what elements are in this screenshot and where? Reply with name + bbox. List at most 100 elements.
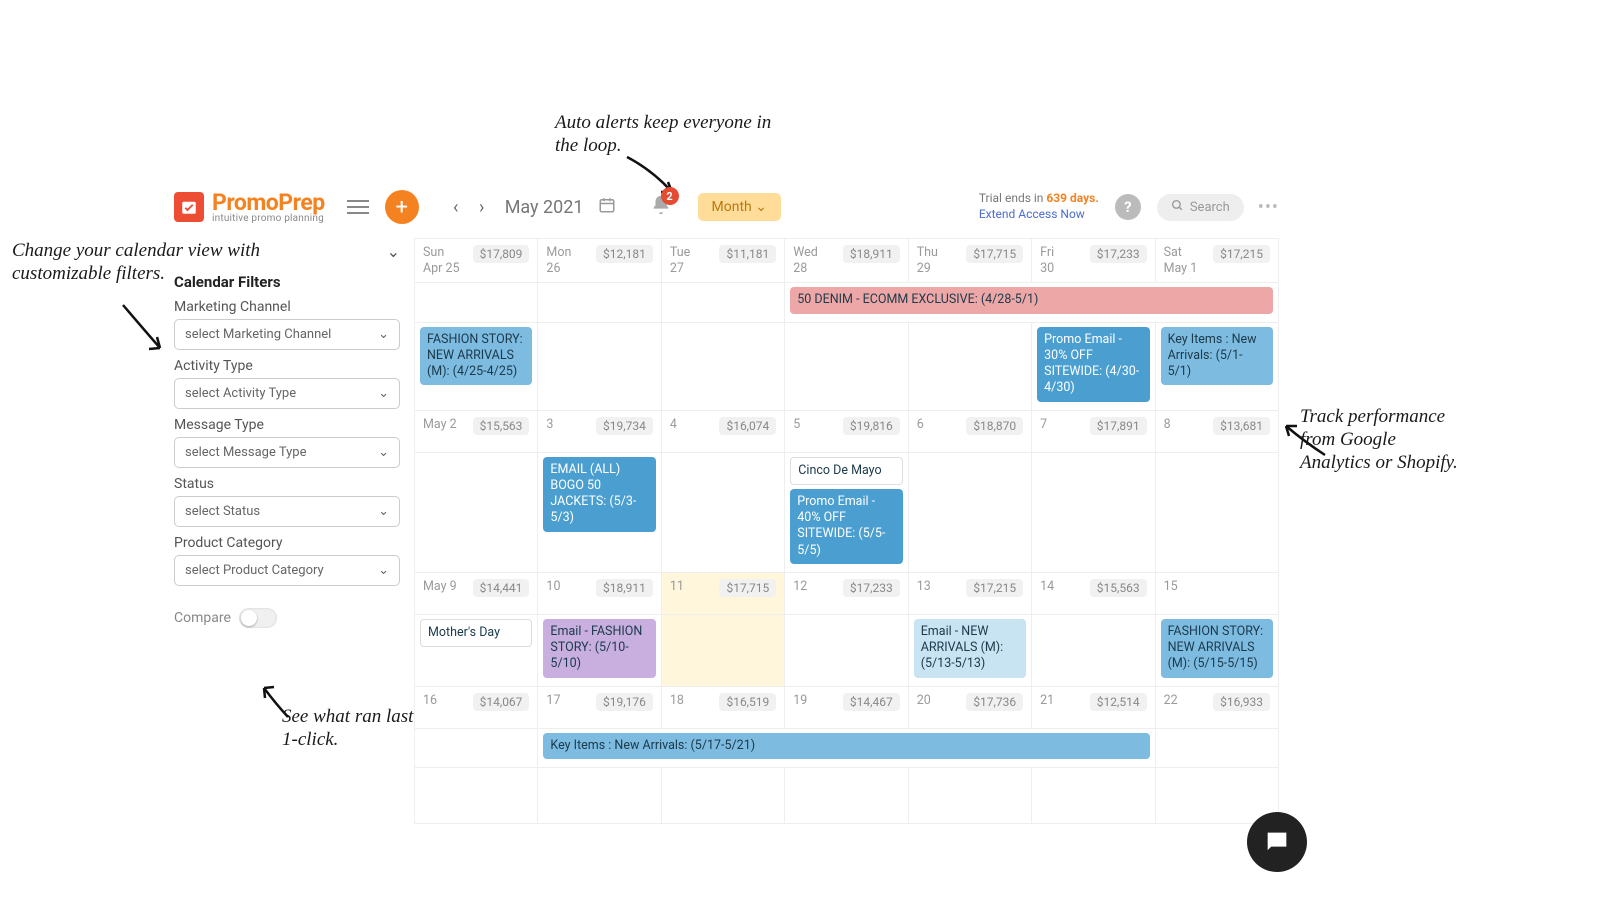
day-header[interactable]: 17$19,176 — [538, 687, 661, 729]
revenue-badge: $19,816 — [843, 417, 900, 435]
day-header[interactable]: 20$17,736 — [909, 687, 1032, 729]
calendar-cell — [1032, 615, 1155, 687]
day-header[interactable]: May 9$14,441 — [415, 573, 538, 615]
calendar-event[interactable]: FASHION STORY: NEW ARRIVALS (M): (4/25-4… — [420, 327, 532, 386]
help-button[interactable]: ? — [1115, 194, 1141, 220]
chat-widget-button[interactable] — [1247, 812, 1307, 872]
day-header[interactable]: 5$19,816 — [785, 411, 908, 453]
calendar-cell — [1156, 729, 1279, 768]
annotation-alerts: Auto alerts keep everyone in the loop. — [555, 112, 775, 158]
revenue-badge: $17,233 — [843, 579, 900, 597]
view-label: Month — [712, 199, 752, 215]
filter-select[interactable]: select Message Type⌄ — [174, 437, 400, 468]
calendar-cell — [538, 283, 661, 322]
calendar-cell — [662, 283, 785, 322]
revenue-badge: $13,681 — [1213, 417, 1270, 435]
calendar-cell — [1032, 453, 1155, 573]
day-header[interactable]: Thu 29$17,715 — [909, 239, 1032, 283]
notifications-button[interactable]: 2 — [650, 194, 672, 220]
day-header[interactable]: 10$18,911 — [538, 573, 661, 615]
day-header[interactable]: Sun Apr 25$17,809 — [415, 239, 538, 283]
calendar-cell: EMAIL (ALL) BOGO 50 JACKETS: (5/3-5/3) — [538, 453, 661, 573]
day-header[interactable]: 16$14,067 — [415, 687, 538, 729]
chevron-down-icon: ⌄ — [378, 327, 389, 342]
calendar-event[interactable]: 50 DENIM - ECOMM EXCLUSIVE: (4/28-5/1) — [790, 287, 1273, 313]
calendar-icon[interactable] — [598, 196, 616, 218]
day-header[interactable]: 11$17,715 — [662, 573, 785, 615]
filter-select[interactable]: select Activity Type⌄ — [174, 378, 400, 409]
day-header[interactable]: 22$16,933 — [1156, 687, 1279, 729]
view-selector[interactable]: Month ⌄ — [698, 193, 781, 221]
calendar-cell — [415, 283, 538, 322]
day-header[interactable]: 12$17,233 — [785, 573, 908, 615]
notification-badge: 2 — [661, 187, 679, 205]
calendar-cell: Key Items : New Arrivals: (5/17-5/21) — [538, 729, 1155, 768]
filter-label: Product Category — [174, 535, 400, 551]
day-header[interactable]: 15 — [1156, 573, 1279, 615]
revenue-badge: $17,233 — [1090, 245, 1147, 263]
calendar-event[interactable]: Promo Email - 30% OFF SITEWIDE: (4/30-4/… — [1037, 327, 1149, 402]
extend-access-link[interactable]: Extend Access Now — [979, 207, 1085, 221]
day-header[interactable]: 21$12,514 — [1032, 687, 1155, 729]
filter-label: Activity Type — [174, 358, 400, 374]
day-header[interactable]: 3$19,734 — [538, 411, 661, 453]
revenue-badge: $18,870 — [966, 417, 1023, 435]
day-header[interactable]: May 2$15,563 — [415, 411, 538, 453]
calendar-event[interactable]: Cinco De Mayo — [790, 457, 902, 485]
calendar-event[interactable]: Email - FASHION STORY: (5/10-5/10) — [543, 619, 655, 678]
day-header[interactable]: 8$13,681 — [1156, 411, 1279, 453]
calendar-cell: Mother's Day — [415, 615, 538, 687]
calendar-event[interactable]: Email - NEW ARRIVALS (M): (5/13-5/13) — [914, 619, 1026, 678]
calendar-event[interactable]: Promo Email - 40% OFF SITEWIDE: (5/5-5/5… — [790, 489, 902, 564]
app-window: PromoPrep intuitive promo planning + ‹ ›… — [174, 182, 1279, 824]
day-header[interactable]: Sat May 1$17,215 — [1156, 239, 1279, 283]
calendar-event[interactable]: EMAIL (ALL) BOGO 50 JACKETS: (5/3-5/3) — [543, 457, 655, 532]
calendar-event[interactable]: FASHION STORY: NEW ARRIVALS (M): (5/15-5… — [1161, 619, 1273, 678]
day-header[interactable]: 6$18,870 — [909, 411, 1032, 453]
calendar-cell: FASHION STORY: NEW ARRIVALS (M): (4/25-4… — [415, 323, 538, 411]
revenue-badge: $14,467 — [843, 693, 900, 711]
revenue-badge: $19,176 — [596, 693, 653, 711]
calendar-cell — [785, 768, 908, 824]
calendar-cell — [1032, 768, 1155, 824]
day-header[interactable]: Wed 28$18,911 — [785, 239, 908, 283]
sidebar-collapse-button[interactable]: ⌄ — [174, 238, 400, 273]
filter-select[interactable]: select Product Category⌄ — [174, 555, 400, 586]
day-header[interactable]: Fri 30$17,233 — [1032, 239, 1155, 283]
day-header[interactable]: 4$16,074 — [662, 411, 785, 453]
next-month-button[interactable]: › — [473, 197, 491, 218]
day-header[interactable]: 13$17,215 — [909, 573, 1032, 615]
calendar-cell — [1156, 453, 1279, 573]
calendar-cell — [415, 453, 538, 573]
calendar-cell — [662, 615, 785, 687]
day-header[interactable]: Tue 27$11,181 — [662, 239, 785, 283]
compare-toggle[interactable] — [239, 608, 277, 628]
revenue-badge: $17,736 — [966, 693, 1023, 711]
chevron-down-icon: ⌄ — [378, 445, 389, 460]
day-header[interactable]: 18$16,519 — [662, 687, 785, 729]
more-menu-button[interactable]: ••• — [1258, 197, 1279, 218]
day-header[interactable]: Mon 26$12,181 — [538, 239, 661, 283]
revenue-badge: $15,563 — [473, 417, 530, 435]
calendar-cell — [662, 323, 785, 411]
calendar-cell: Email - FASHION STORY: (5/10-5/10) — [538, 615, 661, 687]
calendar-event[interactable]: Key Items : New Arrivals: (5/17-5/21) — [543, 733, 1149, 759]
logo-tagline: intuitive promo planning — [212, 214, 325, 224]
add-button[interactable]: + — [385, 190, 419, 224]
calendar-event[interactable]: Key Items : New Arrivals: (5/1-5/1) — [1161, 327, 1273, 386]
annotation-track: Track performance from Google Analytics … — [1300, 406, 1460, 474]
filter-select[interactable]: select Status⌄ — [174, 496, 400, 527]
prev-month-button[interactable]: ‹ — [447, 197, 465, 218]
revenue-badge: $15,563 — [1090, 579, 1147, 597]
menu-toggle-icon[interactable] — [347, 200, 369, 214]
search-input[interactable]: Search — [1157, 194, 1244, 221]
day-header[interactable]: 19$14,467 — [785, 687, 908, 729]
day-header[interactable]: 14$15,563 — [1032, 573, 1155, 615]
day-header[interactable]: 7$17,891 — [1032, 411, 1155, 453]
filter-select[interactable]: select Marketing Channel⌄ — [174, 319, 400, 350]
sidebar: ⌄ Calendar Filters Marketing Channelsele… — [174, 238, 414, 824]
calendar-event[interactable]: Mother's Day — [420, 619, 532, 647]
calendar-cell — [662, 453, 785, 573]
sidebar-title: Calendar Filters — [174, 273, 400, 291]
revenue-badge: $16,519 — [719, 693, 776, 711]
